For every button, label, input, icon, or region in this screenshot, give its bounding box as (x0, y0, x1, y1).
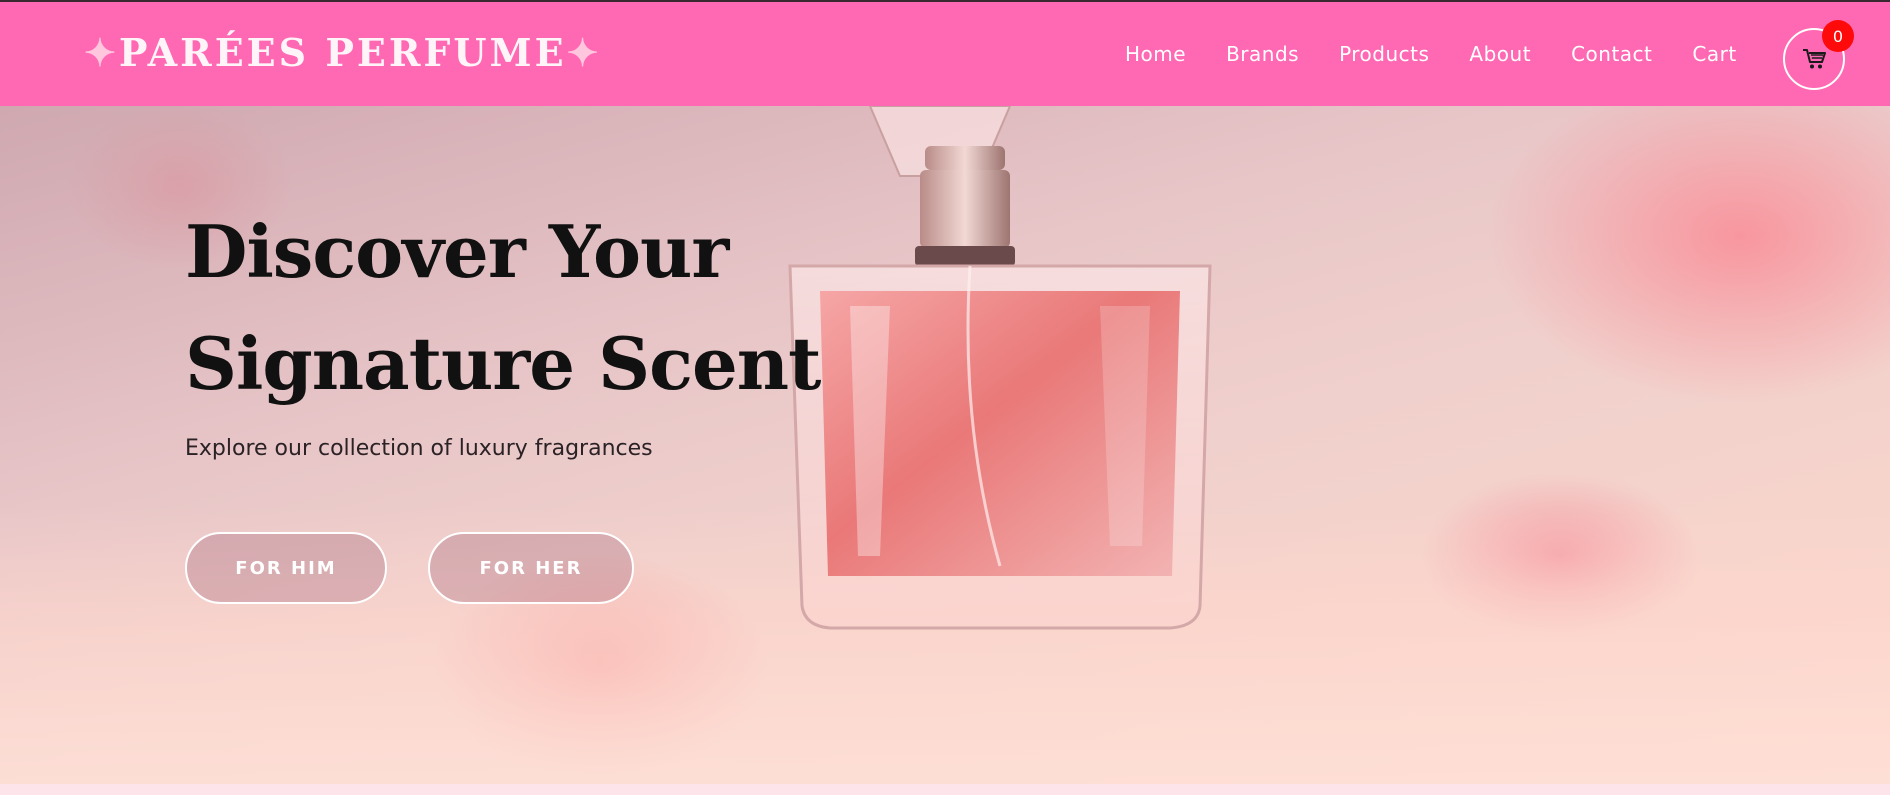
hero-section: Discover Your Signature Scent Explore ou… (0, 106, 1890, 784)
logo-text: PARÉES PERFUME (118, 30, 567, 75)
cart-count-badge: 0 (1822, 20, 1854, 52)
top-navbar: ✦PARÉES PERFUME✦ Home Brands Products Ab… (0, 0, 1890, 106)
hero-subline: Explore our collection of luxury fragran… (185, 436, 653, 461)
logo-star-icon: ✦ (566, 30, 602, 75)
for-him-button[interactable]: FOR HIM (185, 532, 387, 604)
section-divider (0, 784, 1890, 795)
shopping-cart-icon (1803, 49, 1826, 69)
nav-link-contact[interactable]: Contact (1571, 42, 1652, 66)
nav-link-brands[interactable]: Brands (1226, 42, 1299, 66)
brand-logo[interactable]: ✦PARÉES PERFUME✦ (84, 30, 601, 75)
nav-link-products[interactable]: Products (1339, 42, 1429, 66)
hero-headline: Discover Your Signature Scent (185, 209, 821, 406)
perfume-bottle-illustration (788, 106, 1212, 630)
for-her-button[interactable]: FOR HER (428, 532, 634, 604)
nav-link-about[interactable]: About (1469, 42, 1531, 66)
main-nav: Home Brands Products About Contact Cart (1125, 42, 1777, 66)
logo-star-icon: ✦ (84, 30, 119, 75)
nav-link-cart[interactable]: Cart (1692, 42, 1736, 66)
nav-link-home[interactable]: Home (1125, 42, 1186, 66)
